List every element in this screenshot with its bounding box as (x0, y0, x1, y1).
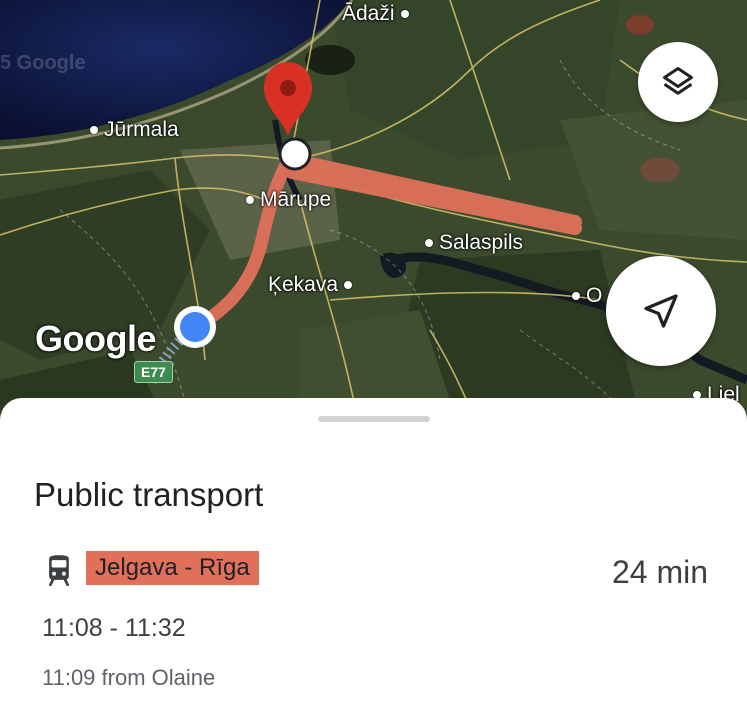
google-logo: Google (35, 318, 157, 359)
layers-icon (663, 67, 693, 95)
place-label: Mārupe (260, 188, 332, 211)
trip-duration: 24 min (611, 554, 708, 590)
place-marupe: Mārupe (246, 188, 331, 212)
trip-time-range: 11:08 - 11:32 (42, 614, 186, 642)
place-adazi: Ādaži (342, 2, 409, 26)
map-view[interactable]: 5 Google Ādaži Jūrmala Mārupe Salaspils … (0, 0, 747, 430)
my-location-button[interactable] (606, 256, 716, 366)
place-label: O (586, 284, 603, 307)
road-shield-e77: E77 (134, 361, 173, 383)
satellite-imagery (0, 0, 747, 430)
departure-info: 11:09 from Olaine (42, 665, 216, 690)
place-dot (425, 239, 433, 247)
place-dot (90, 126, 98, 134)
place-salaspils: Salaspils (425, 231, 523, 255)
layers-button[interactable] (638, 42, 718, 122)
place-jurmala: Jūrmala (90, 118, 179, 142)
train-icon (49, 555, 69, 586)
navigation-arrow-icon (644, 294, 678, 328)
current-location-marker (174, 306, 216, 348)
place-label: Ādaži (342, 2, 395, 25)
place-dot (572, 292, 580, 300)
place-label: Jūrmala (104, 118, 179, 141)
drag-handle[interactable] (318, 416, 430, 422)
place-dot (400, 10, 409, 18)
sheet-title: Public transport (34, 476, 264, 513)
place-label: Ķekava (268, 273, 339, 296)
place-dot (344, 281, 353, 289)
destination-marker[interactable] (258, 58, 318, 178)
place-kekava: Ķekava (268, 273, 353, 297)
bottom-sheet[interactable]: Public transport Jelgava - Rīga 24 min 1… (0, 398, 747, 706)
transit-line-badge: Jelgava - Rīga (86, 551, 259, 585)
place-olaine-partial: O (572, 284, 602, 308)
map-watermark: 5 Google (0, 52, 86, 74)
place-label: Salaspils (439, 231, 524, 254)
place-dot (246, 196, 254, 204)
